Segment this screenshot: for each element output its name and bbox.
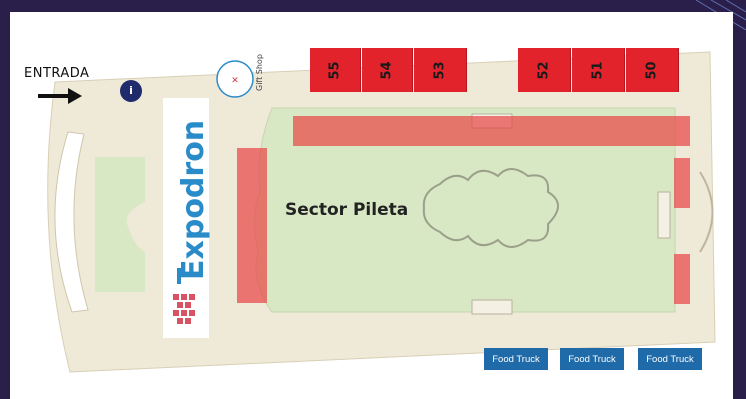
highlight-zone-top[interactable] <box>293 116 690 146</box>
gift-shop-label: Gift Shop <box>255 54 264 91</box>
svg-text:✕: ✕ <box>231 76 239 86</box>
stand-50[interactable]: 50 <box>626 48 679 92</box>
info-icon[interactable]: i <box>120 80 142 102</box>
stand-53[interactable]: 53 <box>414 48 467 92</box>
highlight-zone-right-upper[interactable] <box>674 158 690 208</box>
stand-54[interactable]: 54 <box>362 48 413 92</box>
food-truck-1[interactable]: Food Truck <box>484 348 548 370</box>
highlight-zone-left[interactable] <box>237 148 267 303</box>
stand-51[interactable]: 51 <box>572 48 625 92</box>
food-truck-3[interactable]: Food Truck <box>638 348 702 370</box>
highlight-zone-right-lower[interactable] <box>674 254 690 304</box>
entrance-arrow-icon <box>38 88 82 104</box>
stand-55[interactable]: 55 <box>310 48 361 92</box>
gift-shop[interactable]: ✕ Gift Shop <box>215 54 264 103</box>
gift-shop-logo-icon: ✕ <box>216 60 254 98</box>
entrance-label: ENTRADA <box>24 66 90 81</box>
stand-52[interactable]: 52 <box>518 48 571 92</box>
floor-plan-panel: ENTRADA i ✕ Gift Shop Expodron 55 54 53 … <box>10 12 733 399</box>
expodron-logo-text: Expodron <box>176 119 211 280</box>
food-truck-2[interactable]: Food Truck <box>560 348 624 370</box>
sector-label: Sector Pileta <box>285 200 409 220</box>
